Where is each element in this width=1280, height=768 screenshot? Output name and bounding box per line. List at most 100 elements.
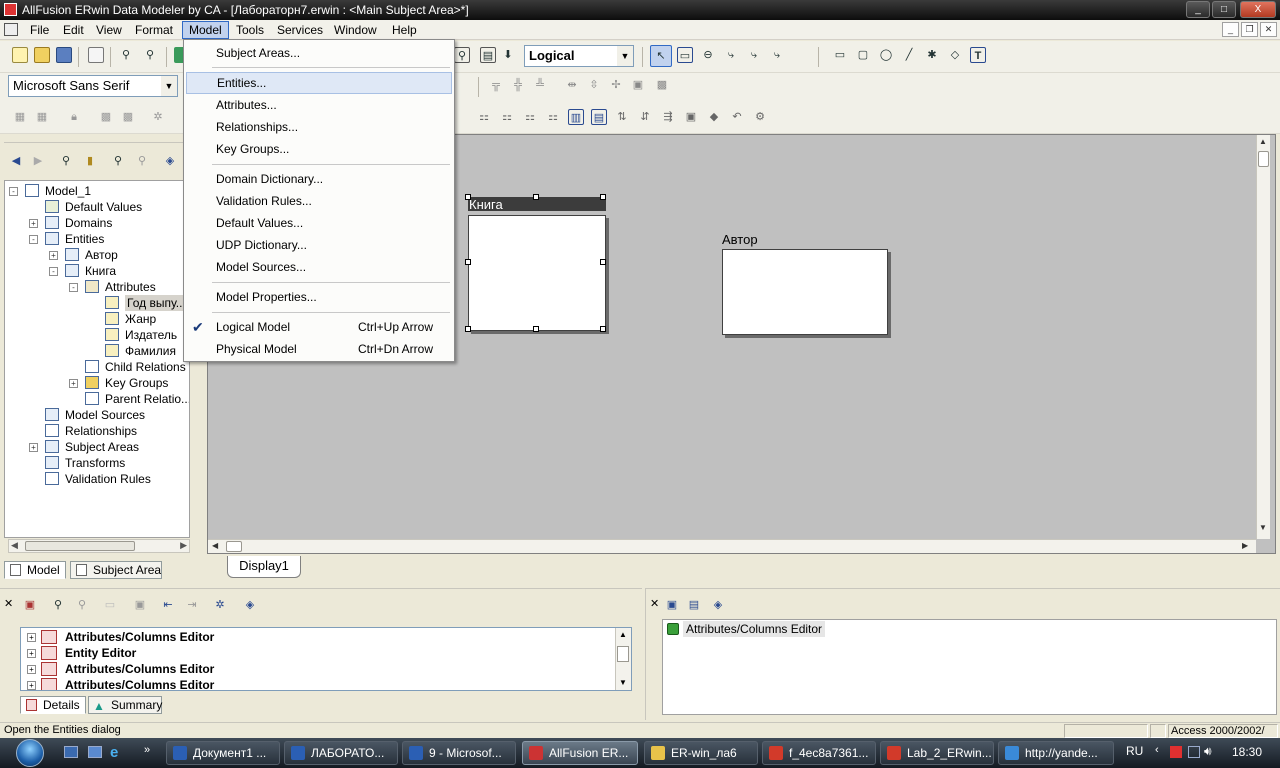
align-bottom-icon[interactable]: ╩ xyxy=(532,77,548,93)
make-same-size-icon[interactable]: ▣ xyxy=(630,77,646,93)
save-icon[interactable] xyxy=(56,47,72,63)
find-icon[interactable]: ⚲ xyxy=(110,153,126,169)
circular-layout-icon[interactable]: ⚏ xyxy=(545,109,561,125)
lock-layout-icon[interactable]: ▦ xyxy=(12,109,28,125)
tree-hscrollbar[interactable]: ◀ ▶ xyxy=(8,539,190,553)
group-icon[interactable]: ▩ xyxy=(98,109,114,125)
options-icon[interactable]: ◈ xyxy=(710,597,726,613)
log-options-icon[interactable]: ◈ xyxy=(242,597,258,613)
switch-windows-icon[interactable] xyxy=(88,746,102,758)
scroll-right-icon[interactable]: ▶ xyxy=(180,540,187,551)
menu-subject-areas[interactable]: Subject Areas... xyxy=(186,42,452,64)
orthogonal-layout-icon[interactable]: ⚏ xyxy=(522,109,538,125)
undo-layout-icon[interactable]: ↶ xyxy=(729,109,745,125)
show-desktop-icon[interactable] xyxy=(64,746,78,758)
layout-settings-icon[interactable]: ⚙ xyxy=(752,109,768,125)
non-identifying-relationship-icon[interactable]: ⤷ xyxy=(769,47,785,63)
canvas-vscroll-thumb[interactable] xyxy=(1258,151,1269,167)
menu-domain-dictionary[interactable]: Domain Dictionary... xyxy=(186,168,452,190)
delete-icon[interactable]: ▮ xyxy=(82,153,98,169)
tree-item[interactable]: - Книга xyxy=(5,263,189,279)
start-button[interactable] xyxy=(4,739,56,767)
many-to-many-icon[interactable]: ⤷ xyxy=(746,47,762,63)
menu-relationships[interactable]: Relationships... xyxy=(186,116,452,138)
download-icon[interactable]: ⬇ xyxy=(500,47,516,63)
tree-item[interactable]: Transforms xyxy=(5,455,189,471)
canvas-hscroll-thumb[interactable] xyxy=(226,541,242,552)
tray-expand-icon[interactable]: ‹ xyxy=(1155,744,1159,756)
lock-icon[interactable]: 🔒︎ xyxy=(66,109,82,125)
font-select[interactable]: Microsoft Sans Serif ▼ xyxy=(8,75,178,97)
mdi-minimize-button[interactable]: _ xyxy=(1222,22,1239,37)
new-icon[interactable] xyxy=(12,47,28,63)
menu-default-values[interactable]: Default Values... xyxy=(186,212,452,234)
menu-view[interactable]: View xyxy=(90,21,128,39)
expand-icon[interactable]: + xyxy=(27,681,36,690)
tree-item[interactable]: Parent Relatio... xyxy=(5,391,189,407)
rollforward-icon[interactable]: ⇥ xyxy=(184,597,200,613)
antivirus-icon[interactable] xyxy=(1170,746,1182,758)
expand-icon[interactable]: + xyxy=(27,665,36,674)
chevron-down-icon[interactable]: ▼ xyxy=(161,76,177,96)
tab-subject-area[interactable]: Subject Area xyxy=(70,561,162,579)
find-next-icon[interactable]: ⚲ xyxy=(74,597,90,613)
collapse-icon[interactable]: - xyxy=(49,267,58,276)
identifying-relationship-icon[interactable]: ⤷ xyxy=(723,47,739,63)
color-tool-icon[interactable]: ✱ xyxy=(924,47,940,63)
taskbar-button[interactable]: f_4ec8a7361... xyxy=(762,741,876,765)
tree-item[interactable]: Год выпу... xyxy=(5,295,189,311)
gear-icon[interactable]: ✲ xyxy=(150,109,166,125)
entity-kniga-name[interactable]: Книга xyxy=(469,197,503,212)
align-middle-icon[interactable]: ╬ xyxy=(510,77,526,93)
tree-item[interactable]: + Subject Areas xyxy=(5,439,189,455)
category-tool-icon[interactable]: ⊖ xyxy=(700,47,716,63)
columns-layout-icon[interactable]: ▥ xyxy=(568,109,584,125)
tree-item[interactable]: Child Relations xyxy=(5,359,189,375)
document-icon[interactable] xyxy=(4,23,18,36)
tree-item[interactable]: - Attributes xyxy=(5,279,189,295)
rounded-rect-tool-icon[interactable]: ▢ xyxy=(855,47,871,63)
menu-format[interactable]: Format xyxy=(129,21,179,39)
tree-item[interactable]: Model Sources xyxy=(5,407,189,423)
binoculars-icon[interactable]: ⚲ xyxy=(118,47,134,63)
entity-kniga[interactable] xyxy=(468,215,606,331)
unlock-layout-icon[interactable]: ▦ xyxy=(34,109,50,125)
tree-item[interactable]: Жанр xyxy=(5,311,189,327)
collapse-icon[interactable]: - xyxy=(29,235,38,244)
taskbar-button[interactable]: Lab_2_ERwin... xyxy=(880,741,994,765)
model-type-select[interactable]: Logical ▼ xyxy=(524,45,634,67)
rollback-icon[interactable]: ⇤ xyxy=(160,597,176,613)
menu-key-groups[interactable]: Key Groups... xyxy=(186,138,452,160)
menu-services[interactable]: Services xyxy=(271,21,329,39)
canvas-hscrollbar[interactable]: ◀ ▶ xyxy=(208,539,1256,553)
tree-item[interactable]: Фамилия xyxy=(5,343,189,359)
properties-icon[interactable]: ⚲ xyxy=(58,153,74,169)
collapse-icon[interactable]: - xyxy=(69,283,78,292)
scroll-up-icon[interactable]: ▲ xyxy=(619,630,627,639)
find-next-icon[interactable]: ⚲ xyxy=(134,153,150,169)
taskbar-button[interactable]: AllFusion ER... xyxy=(522,741,638,765)
scroll-right-icon[interactable]: ▶ xyxy=(1242,541,1248,550)
text-tool-icon[interactable]: T xyxy=(970,47,986,63)
resize-handle[interactable] xyxy=(600,194,606,200)
entity-avtor-name[interactable]: Автор xyxy=(722,232,758,247)
tree-scroll-thumb[interactable] xyxy=(25,541,135,551)
menu-logical-model[interactable]: ✔ Logical Model Ctrl+Up Arrow xyxy=(186,316,452,338)
tree-item[interactable]: + Автор xyxy=(5,247,189,263)
scroll-up-icon[interactable]: ▲ xyxy=(1259,137,1267,146)
expand-icon[interactable]: + xyxy=(29,443,38,452)
menu-physical-model[interactable]: Physical Model Ctrl+Dn Arrow xyxy=(186,338,452,360)
scroll-left-icon[interactable]: ◀ xyxy=(11,540,18,551)
entity-tool-icon[interactable]: ▭ xyxy=(677,47,693,63)
volume-icon[interactable]: 🔊︎ xyxy=(1204,744,1212,759)
menu-file[interactable]: File xyxy=(24,21,55,39)
undo-icon[interactable]: ▣ xyxy=(22,597,38,613)
expand-icon[interactable]: + xyxy=(27,633,36,642)
app-icon[interactable] xyxy=(4,3,17,16)
menu-attributes[interactable]: Attributes... xyxy=(186,94,452,116)
menu-udp-dictionary[interactable]: UDP Dictionary... xyxy=(186,234,452,256)
collapse-icon[interactable]: - xyxy=(9,187,18,196)
expand-icon[interactable]: + xyxy=(69,379,78,388)
find-icon[interactable]: ⚲ xyxy=(50,597,66,613)
tree-item[interactable]: Relationships xyxy=(5,423,189,439)
